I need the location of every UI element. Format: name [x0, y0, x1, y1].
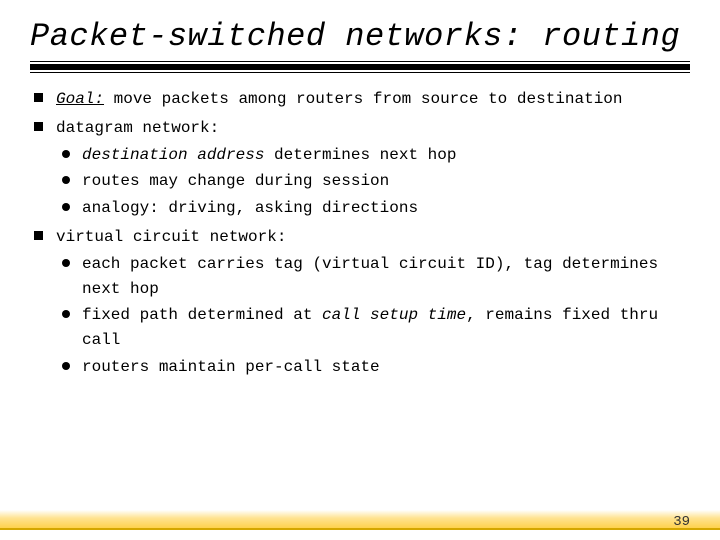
bullet-list: Goal: move packets among routers from so… — [30, 87, 690, 380]
vc-heading: virtual circuit network: — [56, 228, 286, 246]
fixedpath-italic: call setup time — [322, 306, 466, 324]
datagram-sub-routeschange: routes may change during session — [56, 169, 690, 194]
vc-sublist: each packet carries tag (virtual circuit… — [56, 252, 690, 380]
datagram-sub-analogy: analogy: driving, asking directions — [56, 196, 690, 221]
fixedpath-a: fixed path determined at — [82, 306, 322, 324]
goal-label: Goal: — [56, 90, 104, 108]
vc-sub-percall: routers maintain per-call state — [56, 355, 690, 380]
datagram-sublist: destination address determines next hop … — [56, 143, 690, 221]
datagram-heading: datagram network: — [56, 119, 219, 137]
footer-accent — [0, 508, 720, 530]
slide: Packet-switched networks: routing Goal: … — [0, 0, 720, 540]
bullet-vc: virtual circuit network: each packet car… — [30, 225, 690, 380]
destaddr-rest: determines next hop — [264, 146, 456, 164]
bullet-datagram: datagram network: destination address de… — [30, 116, 690, 221]
slide-title: Packet-switched networks: routing — [30, 18, 690, 55]
vc-sub-fixedpath: fixed path determined at call setup time… — [56, 303, 690, 353]
datagram-sub-destaddr: destination address determines next hop — [56, 143, 690, 168]
vc-sub-tag: each packet carries tag (virtual circuit… — [56, 252, 690, 302]
title-divider — [30, 61, 690, 75]
destaddr-italic: destination address — [82, 146, 264, 164]
goal-text: move packets among routers from source t… — [104, 90, 622, 108]
bullet-goal: Goal: move packets among routers from so… — [30, 87, 690, 112]
page-number: 39 — [673, 514, 690, 530]
